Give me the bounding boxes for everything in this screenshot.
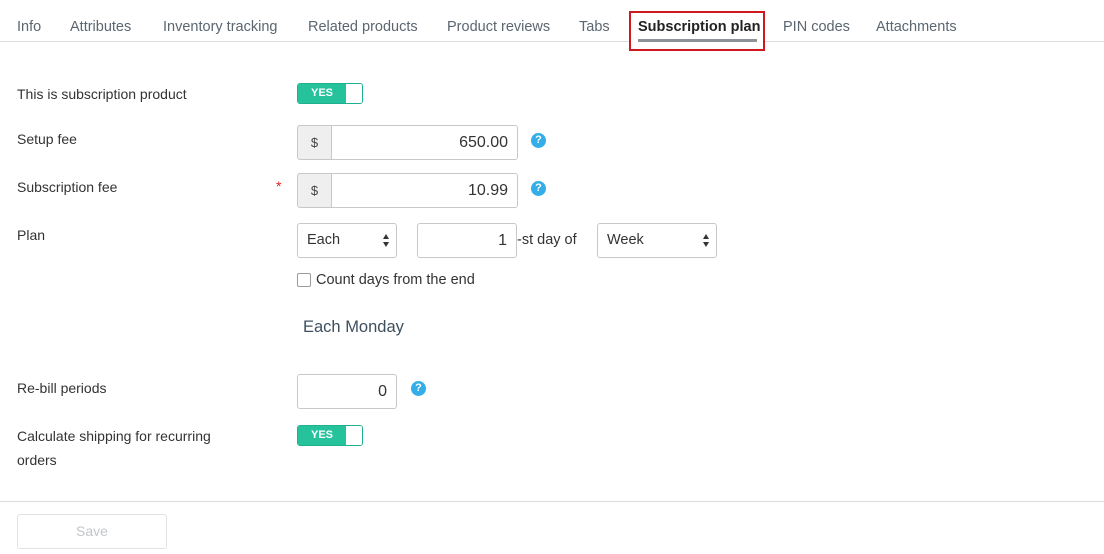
tab-label: Subscription plan (638, 19, 761, 35)
tab-label: Product reviews (447, 19, 551, 35)
subscription-fee-help-icon[interactable]: ? (531, 181, 546, 196)
select-arrows-icon (383, 234, 390, 248)
plan-period-select[interactable]: Week (597, 223, 717, 258)
toggle-on-label: YES (298, 84, 346, 103)
calculate-shipping-label-line2: orders (17, 452, 57, 468)
plan-day-suffix: -st day of (517, 232, 577, 248)
tab-label: Tabs (579, 19, 610, 35)
subscription-product-toggle[interactable]: YES (297, 83, 363, 104)
active-tab-underline (638, 39, 757, 42)
subscription-fee-label: Subscription fee (17, 179, 118, 195)
subscription-product-label: This is subscription product (17, 86, 187, 102)
subscription-fee-input[interactable] (331, 173, 518, 208)
rebill-periods-help-icon[interactable]: ? (411, 381, 426, 396)
calculate-shipping-label: Calculate shipping for recurring orders (17, 424, 211, 472)
plan-day-number-input[interactable] (417, 223, 517, 258)
tab-label: PIN codes (783, 19, 850, 35)
setup-fee-help-icon[interactable]: ? (531, 133, 546, 148)
select-arrows-icon (703, 234, 710, 248)
count-from-end-checkbox[interactable] (297, 273, 311, 287)
plan-label: Plan (17, 227, 46, 243)
tab-bar: Info Attributes Inventory tracking Relat… (0, 0, 1104, 51)
subscription-fee-currency-addon: $ (297, 173, 332, 208)
plan-frequency-value: Each (307, 232, 341, 248)
rebill-periods-input[interactable] (297, 374, 397, 409)
plan-period-value: Week (607, 232, 644, 248)
plan-frequency-select[interactable]: Each (297, 223, 397, 258)
toggle-on-label: YES (298, 426, 346, 445)
tab-label: Related products (308, 19, 418, 35)
toggle-knob (346, 84, 362, 103)
rebill-periods-label: Re-bill periods (17, 380, 107, 396)
count-from-end-label: Count days from the end (316, 272, 475, 288)
calculate-shipping-toggle[interactable]: YES (297, 425, 363, 446)
tab-label: Attachments (876, 19, 957, 35)
toggle-knob (346, 426, 362, 445)
save-button[interactable]: Save (17, 514, 167, 549)
setup-fee-currency-addon: $ (297, 125, 332, 160)
required-asterisk: * (276, 178, 282, 194)
tab-label: Attributes (70, 19, 132, 35)
setup-fee-label: Setup fee (17, 131, 77, 147)
tab-label: Info (17, 19, 42, 35)
calculate-shipping-label-line1: Calculate shipping for recurring (17, 428, 211, 444)
setup-fee-input[interactable] (331, 125, 518, 160)
tab-label: Inventory tracking (163, 19, 278, 35)
footer-divider (0, 501, 1104, 502)
plan-summary: Each Monday (303, 318, 404, 336)
